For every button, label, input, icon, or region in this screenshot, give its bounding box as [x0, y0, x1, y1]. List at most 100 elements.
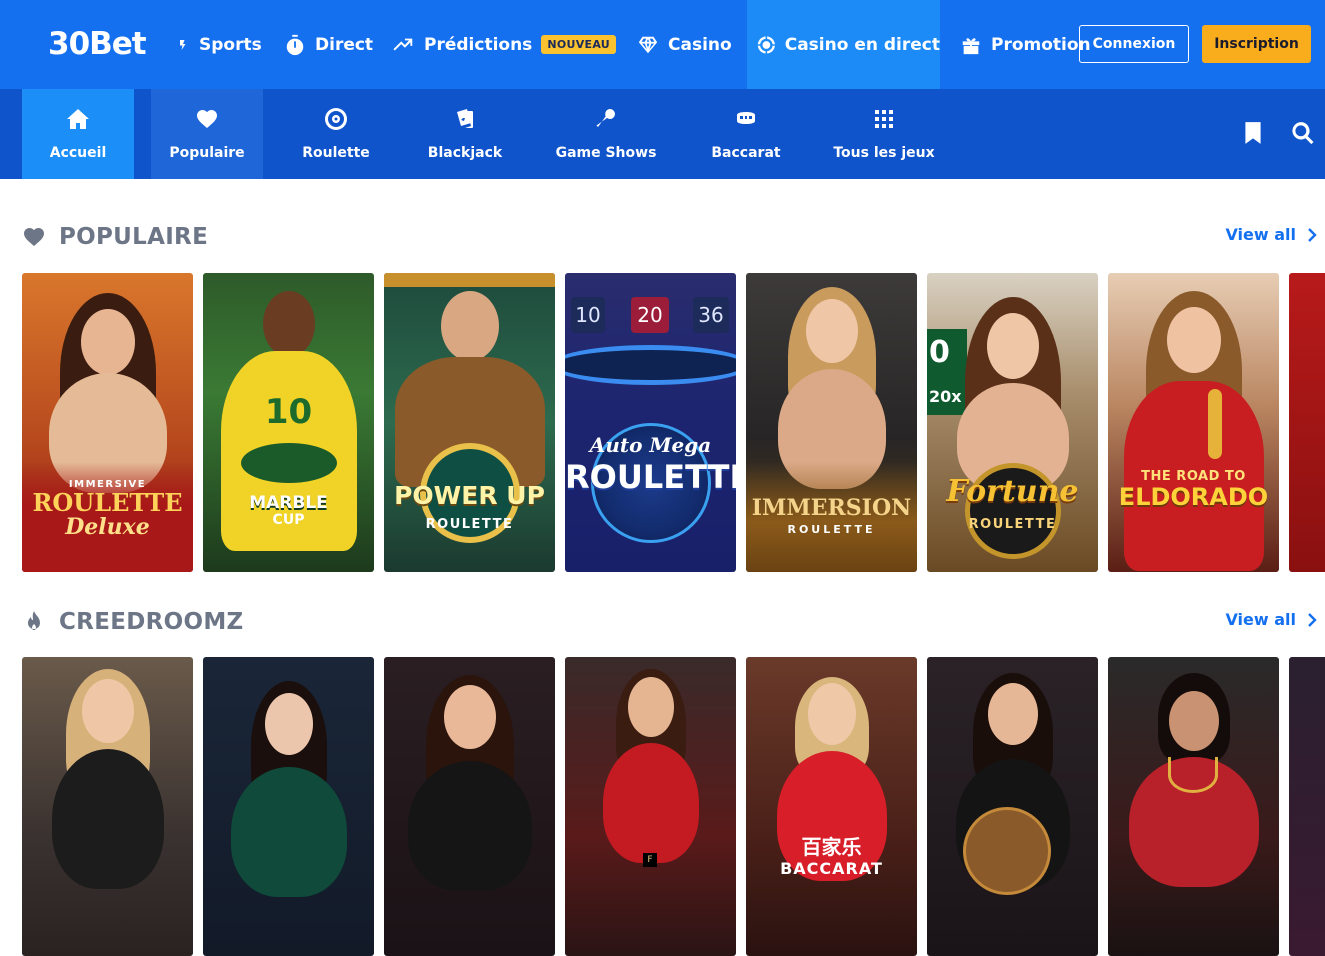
view-all-label: View all — [1225, 610, 1296, 629]
topnav-direct-label: Direct — [315, 34, 374, 55]
subnav-popular[interactable]: Populaire — [151, 89, 263, 179]
trend-up-icon — [393, 38, 413, 50]
game-carousel-creedroomz: F 百家乐 BACCARAT — [22, 657, 1325, 956]
wheel-number: 0 — [929, 335, 950, 370]
category-navigation-bar: Accueil Populaire Roulette Blackjack Gam… — [0, 89, 1325, 179]
view-all-link[interactable]: View all — [1225, 610, 1318, 629]
subnav-home[interactable]: Accueil — [22, 89, 134, 179]
game-logo-line: THE ROAD TO — [1141, 469, 1246, 484]
game-card[interactable]: 10 MARBLE CUP — [203, 273, 374, 572]
subnav-game-shows-label: Game Shows — [555, 145, 657, 161]
subnav-roulette-label: Roulette — [302, 145, 370, 161]
game-logo-title: ROULETTE — [565, 458, 736, 496]
subnav-all-games[interactable]: Tous les jeux — [828, 89, 940, 179]
cards-icon — [457, 109, 473, 128]
brand-logo[interactable]: 30Bet — [48, 24, 147, 64]
game-card[interactable]: 10 20 36 Auto Mega ROULETTE — [565, 273, 736, 572]
subnav-home-label: Accueil — [49, 145, 107, 161]
section-header-creedroomz: CREEDROOMZ View all — [22, 607, 1318, 637]
subnav-all-games-label: Tous les jeux — [833, 145, 935, 161]
subnav-baccarat[interactable]: Baccarat — [694, 89, 798, 179]
game-logo-title: Fortune — [946, 474, 1079, 509]
jersey-number: 10 — [264, 392, 313, 432]
wheel-number: 36 — [693, 297, 729, 333]
login-button[interactable]: Connexion — [1079, 25, 1189, 63]
game-card-partial[interactable] — [1289, 657, 1325, 956]
subnav-blackjack[interactable]: Blackjack — [413, 89, 517, 179]
game-logo-title: IMMERSION — [751, 495, 912, 521]
top-navigation-bar: 30Bet Sports Direct Prédictions NOUVEAU … — [0, 0, 1325, 89]
view-all-link[interactable]: View all — [1225, 225, 1318, 244]
wheel-number: 10 — [571, 297, 605, 333]
baccarat-table-icon — [737, 112, 755, 124]
subnav-baccarat-label: Baccarat — [711, 145, 781, 161]
game-card[interactable]: POWER UP ROULETTE — [384, 273, 555, 572]
game-logo-title: ROULETTE — [32, 488, 183, 517]
microphone-icon — [596, 109, 615, 127]
sports-icon — [180, 39, 186, 50]
new-badge: NOUVEAU — [541, 35, 617, 54]
diamond-icon — [638, 36, 658, 53]
search-icon[interactable] — [1290, 120, 1316, 146]
topnav-sports[interactable]: Sports — [178, 0, 262, 89]
signup-button[interactable]: Inscription — [1202, 25, 1311, 63]
game-logo-title: POWER UP — [394, 481, 545, 510]
chevron-right-icon — [1308, 612, 1317, 627]
game-card-partial[interactable] — [1289, 273, 1325, 572]
game-card[interactable] — [384, 657, 555, 956]
game-card[interactable]: THE ROAD TO ELDORADO — [1108, 273, 1279, 572]
section-header-popular: POPULAIRE View all — [22, 222, 1318, 252]
wheel-number: 20 — [631, 297, 669, 333]
chevron-right-icon — [1308, 227, 1317, 242]
topnav-sports-label: Sports — [199, 34, 262, 55]
topnav-casino[interactable]: Casino — [637, 0, 732, 89]
topnav-promotion-label: Promotion — [991, 34, 1091, 55]
flame-icon — [28, 611, 40, 630]
home-icon — [67, 109, 89, 129]
section-title: CREEDROOMZ — [59, 609, 244, 635]
heart-icon — [197, 110, 217, 128]
game-card[interactable] — [927, 657, 1098, 956]
game-card[interactable]: IMMERSIVE ROULETTE Deluxe — [22, 273, 193, 572]
subnav-popular-label: Populaire — [169, 145, 245, 161]
game-logo-sub: ROULETTE — [425, 517, 514, 532]
game-card[interactable]: 0 20x Fortune ROULETTE — [927, 273, 1098, 572]
table-marker: F — [643, 853, 657, 867]
game-card[interactable] — [1108, 657, 1279, 956]
subnav-roulette[interactable]: Roulette — [284, 89, 388, 179]
game-logo-sub: CUP — [272, 512, 305, 528]
game-logo-sub: ROULETTE — [968, 517, 1057, 532]
grid-icon — [875, 110, 893, 128]
topnav-casino-label: Casino — [668, 34, 732, 55]
game-card[interactable] — [22, 657, 193, 956]
game-card[interactable]: IMMERSION ROULETTE — [746, 273, 917, 572]
section-title: POPULAIRE — [59, 224, 209, 250]
roulette-chip-icon — [757, 35, 775, 54]
game-logo-title: MARBLE — [249, 493, 328, 513]
game-logo-line: 百家乐 — [801, 835, 862, 859]
game-logo-sub: Deluxe — [65, 514, 150, 540]
brand-name: 30Bet — [48, 26, 147, 62]
game-logo-title: BACCARAT — [780, 859, 883, 878]
game-card[interactable] — [203, 657, 374, 956]
subnav-blackjack-label: Blackjack — [427, 145, 503, 161]
multiplier-label: 20x — [929, 387, 962, 406]
subnav-game-shows[interactable]: Game Shows — [545, 89, 667, 179]
game-card[interactable]: 百家乐 BACCARAT — [746, 657, 917, 956]
topnav-live-casino[interactable]: Casino en direct — [747, 0, 940, 89]
view-all-label: View all — [1225, 225, 1296, 244]
topnav-predictions-label: Prédictions — [424, 34, 533, 55]
game-card[interactable]: F — [565, 657, 736, 956]
topnav-direct[interactable]: Direct — [284, 0, 373, 89]
topnav-predictions[interactable]: Prédictions NOUVEAU — [393, 0, 617, 89]
game-logo-sub: ROULETTE — [787, 523, 876, 536]
roulette-icon — [325, 108, 347, 130]
gift-icon — [962, 37, 980, 54]
heart-icon — [24, 228, 44, 246]
game-logo-line: Auto Mega — [589, 433, 712, 457]
game-carousel-popular: IMMERSIVE ROULETTE Deluxe 10 MARBLE CUP … — [22, 273, 1325, 572]
topnav-live-casino-label: Casino en direct — [784, 34, 940, 55]
topnav-promotion[interactable]: Promotion — [960, 0, 1091, 89]
bookmark-icon[interactable] — [1240, 120, 1266, 146]
stopwatch-icon — [286, 34, 304, 55]
